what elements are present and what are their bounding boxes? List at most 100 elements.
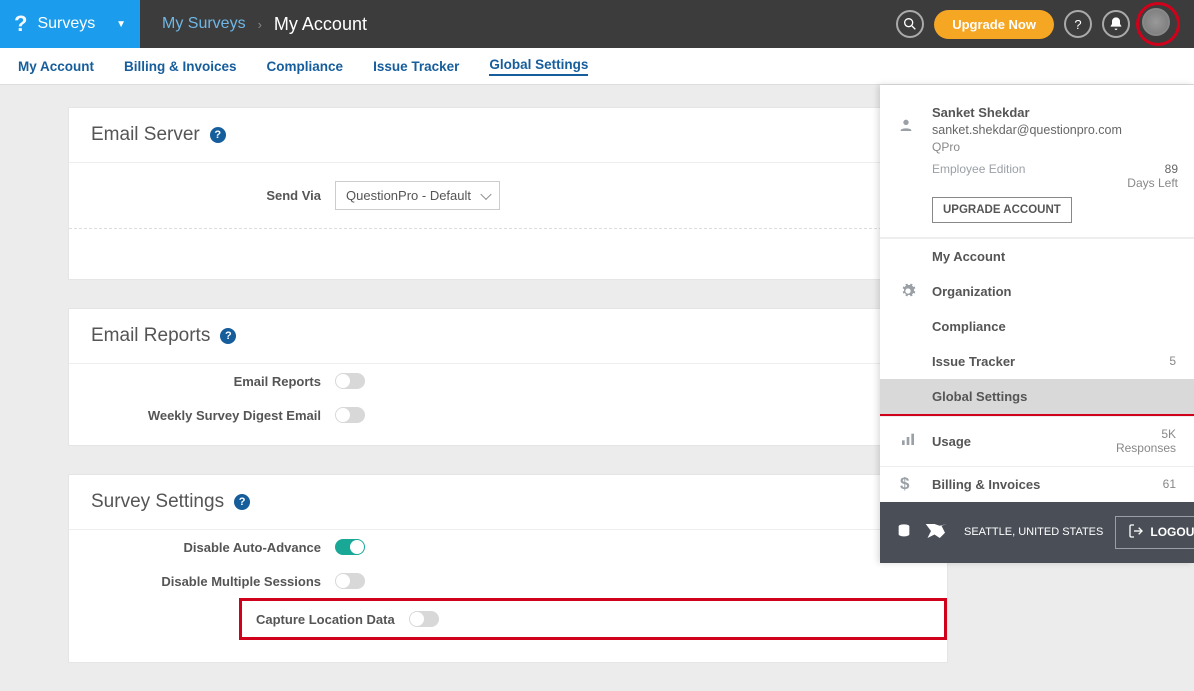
panel-item-issue-tracker[interactable]: Issue Tracker 5	[880, 344, 1194, 379]
weekly-digest-row: Weekly Survey Digest Email	[69, 398, 947, 445]
disable-auto-advance-label: Disable Auto-Advance	[91, 540, 321, 555]
panel-item-label: My Account	[932, 249, 1005, 264]
logout-button[interactable]: LOGOUT	[1115, 516, 1194, 549]
email-reports-label: Email Reports	[91, 374, 321, 389]
chevron-down-icon: ▼	[116, 19, 126, 30]
panel-item-my-account[interactable]: My Account	[880, 239, 1194, 274]
map-icon	[924, 522, 952, 543]
disable-auto-advance-row: Disable Auto-Advance	[69, 530, 947, 564]
email-reports-title: Email Reports ?	[69, 309, 947, 364]
brand-surveys-button[interactable]: ? Surveys ▼	[0, 0, 140, 48]
issue-tracker-count: 5	[1169, 354, 1176, 368]
card-title-label: Email Reports	[91, 325, 210, 347]
bar-chart-icon	[900, 431, 916, 451]
card-title-label: Email Server	[91, 124, 200, 146]
dollar-icon: $	[900, 474, 909, 494]
survey-settings-card: Survey Settings ? Disable Auto-Advance D…	[68, 474, 948, 663]
breadcrumb: My Surveys › My Account	[140, 14, 367, 35]
send-via-value: QuestionPro - Default	[346, 188, 471, 203]
days-left-label: Days Left	[1127, 176, 1178, 190]
content-column: Email Server ? Send Via QuestionPro - De…	[68, 85, 948, 663]
database-icon	[896, 523, 912, 542]
search-icon	[902, 16, 918, 32]
help-button[interactable]: ?	[1064, 10, 1092, 38]
user-avatar-button[interactable]	[1142, 8, 1170, 36]
send-via-label: Send Via	[91, 188, 321, 203]
send-via-row: Send Via QuestionPro - Default	[69, 163, 947, 229]
days-left-number: 89	[1165, 162, 1178, 176]
help-icon[interactable]: ?	[210, 127, 226, 143]
panel-user-org: QPro	[932, 140, 1178, 154]
panel-days-left: 89 Days Left	[1127, 162, 1178, 191]
email-server-title: Email Server ?	[69, 108, 947, 163]
survey-settings-title: Survey Settings ?	[69, 475, 947, 530]
weekly-digest-toggle[interactable]	[335, 407, 365, 423]
panel-edition-label: Employee Edition	[932, 162, 1025, 191]
panel-section-billing: $ Billing & Invoices 61	[880, 466, 1194, 502]
disable-multiple-sessions-row: Disable Multiple Sessions	[69, 564, 947, 598]
panel-item-usage[interactable]: Usage 5K Responses	[880, 417, 1194, 466]
topbar: ? Surveys ▼ My Surveys › My Account Upgr…	[0, 0, 1194, 48]
upgrade-account-button[interactable]: UPGRADE ACCOUNT	[932, 197, 1072, 223]
notifications-button[interactable]	[1102, 10, 1130, 38]
panel-header: Sanket Shekdar sanket.shekdar@questionpr…	[880, 85, 1194, 238]
brand-label: Surveys	[37, 15, 95, 33]
panel-item-label: Billing & Invoices	[932, 477, 1040, 492]
panel-section-account: My Account Organization Compliance Issue…	[880, 238, 1194, 416]
panel-item-label: Issue Tracker	[932, 354, 1015, 369]
capture-location-toggle[interactable]	[409, 611, 439, 627]
top-actions: Upgrade Now ?	[896, 0, 1176, 48]
search-button[interactable]	[896, 10, 924, 38]
user-icon	[898, 117, 914, 138]
subnav-global-settings[interactable]: Global Settings	[489, 57, 588, 76]
upgrade-now-button[interactable]: Upgrade Now	[934, 10, 1054, 39]
subnav-issue-tracker[interactable]: Issue Tracker	[373, 59, 459, 74]
send-via-select[interactable]: QuestionPro - Default	[335, 181, 500, 210]
subnav-compliance[interactable]: Compliance	[267, 59, 344, 74]
chevron-right-icon: ›	[258, 17, 262, 32]
capture-location-label: Capture Location Data	[256, 612, 395, 627]
panel-item-compliance[interactable]: Compliance	[880, 309, 1194, 344]
breadcrumb-current: My Account	[274, 14, 367, 35]
panel-section-usage: Usage 5K Responses	[880, 416, 1194, 466]
capture-location-highlight: Capture Location Data	[239, 598, 947, 640]
breadcrumb-parent[interactable]: My Surveys	[162, 15, 246, 33]
usage-meta: 5K Responses	[1116, 427, 1176, 456]
subnav-my-account[interactable]: My Account	[18, 59, 94, 74]
email-reports-card: Email Reports ? Email Reports Weekly Sur…	[68, 308, 948, 446]
avatar-wrapper	[1140, 6, 1176, 42]
disable-auto-advance-toggle[interactable]	[335, 539, 365, 555]
panel-item-global-settings[interactable]: Global Settings	[880, 379, 1194, 416]
logout-icon	[1128, 523, 1144, 542]
usage-unit: Responses	[1116, 441, 1176, 455]
email-reports-row: Email Reports	[69, 364, 947, 398]
weekly-digest-label: Weekly Survey Digest Email	[91, 408, 321, 423]
disable-multiple-sessions-toggle[interactable]	[335, 573, 365, 589]
panel-footer: SEATTLE, UNITED STATES LOGOUT	[880, 502, 1194, 563]
email-server-card: Email Server ? Send Via QuestionPro - De…	[68, 107, 948, 280]
subnav-billing[interactable]: Billing & Invoices	[124, 59, 237, 74]
brand-logo-icon: ?	[14, 11, 27, 37]
billing-count: 61	[1163, 477, 1176, 491]
page-body: Email Server ? Send Via QuestionPro - De…	[0, 85, 1194, 663]
question-icon: ?	[1074, 17, 1081, 32]
bell-icon	[1108, 16, 1124, 32]
subnav: My Account Billing & Invoices Compliance…	[0, 48, 1194, 85]
help-icon[interactable]: ?	[220, 328, 236, 344]
panel-item-label: Global Settings	[932, 389, 1027, 404]
usage-count: 5K	[1161, 427, 1176, 441]
disable-multiple-sessions-label: Disable Multiple Sessions	[91, 574, 321, 589]
panel-item-label: Compliance	[932, 319, 1006, 334]
footer-location: SEATTLE, UNITED STATES	[964, 526, 1103, 538]
logout-label: LOGOUT	[1150, 525, 1194, 539]
panel-item-label: Usage	[932, 434, 971, 449]
panel-item-organization[interactable]: Organization	[880, 274, 1194, 309]
panel-item-billing[interactable]: $ Billing & Invoices 61	[880, 467, 1194, 502]
user-panel: Sanket Shekdar sanket.shekdar@questionpr…	[880, 85, 1194, 563]
panel-user-name: Sanket Shekdar	[932, 105, 1178, 120]
panel-edition-row: Employee Edition 89 Days Left	[932, 162, 1178, 191]
panel-item-label: Organization	[932, 284, 1011, 299]
email-reports-toggle[interactable]	[335, 373, 365, 389]
card-title-label: Survey Settings	[91, 491, 224, 513]
help-icon[interactable]: ?	[234, 494, 250, 510]
